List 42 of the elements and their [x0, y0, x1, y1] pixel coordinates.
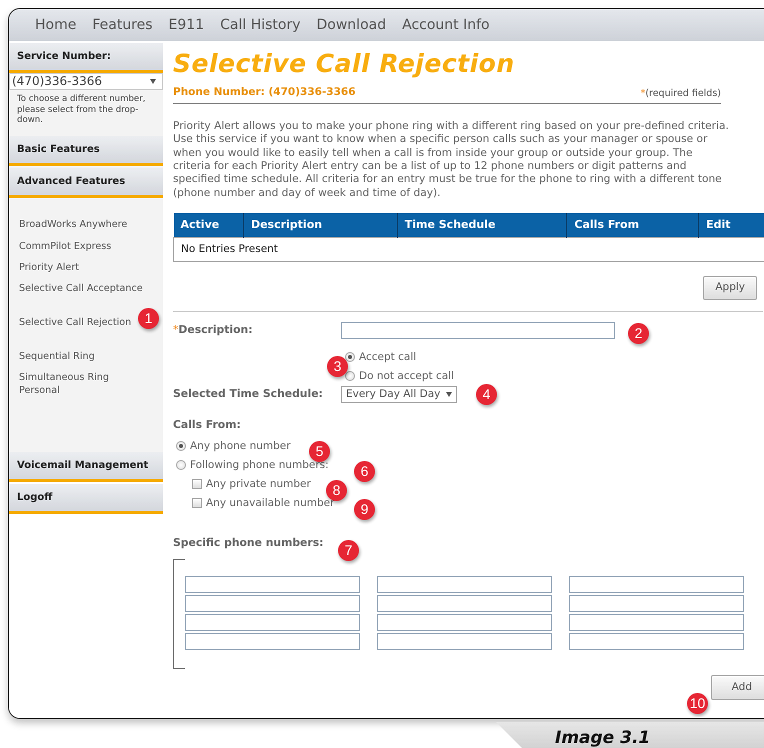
nav-link[interactable]: Call History [212, 9, 309, 41]
nav-link[interactable]: Home [27, 9, 84, 41]
sidebar-section[interactable]: Logoff [9, 484, 163, 514]
sidebar-section[interactable]: Voicemail Management [9, 452, 163, 482]
column-header: Description [243, 213, 398, 238]
schedule-select[interactable]: Every Day All Day [341, 386, 458, 403]
sidebar-section[interactable]: Advanced Features [9, 168, 163, 198]
empty-table-message: No Entries Present [174, 237, 764, 262]
help-text: To choose a different number, please select from the drop-down. [16, 93, 146, 127]
sidebar-link[interactable]: Selective Call Acceptance [19, 282, 143, 294]
column-header: Edit [698, 213, 764, 238]
description-label: *Description: [173, 322, 254, 338]
sidebar-link[interactable]: CommPilot Express [19, 240, 112, 252]
sidebar-heading: Service Number: [9, 43, 163, 73]
nav-link[interactable]: Features [84, 9, 161, 41]
option-label: Accept call [359, 350, 416, 365]
option-label: Any private number [206, 476, 311, 492]
apply-button[interactable]: Apply [703, 276, 757, 300]
service-number-select[interactable]: (470)336-3366 [9, 73, 163, 90]
specific-numbers-label: Specific phone numbers: [173, 534, 324, 551]
nav-link[interactable]: Download [308, 9, 394, 41]
sidebar-link[interactable]: Selective Call Rejection [19, 316, 132, 328]
option-label: Any phone number [190, 438, 291, 454]
column-header: Time Schedule [397, 213, 567, 238]
required-note: *(required fields) [640, 86, 721, 100]
nav-link[interactable]: Account Info [394, 9, 498, 41]
nav-link[interactable]: E911 [160, 9, 212, 41]
intro-paragraph: Priority Alert allows you to make your phone ring with a different ring based on your pre-defined criteria. Use this service if you want to know when a specific person calls such as your manager or spouse or when you would like to easily tell when a call is from inside your group or outside your group. The criteria for each Priority Alert entry can be a list of up to 12 phone numbers or digit patterns and specified time schedule. All criteria for an entry must be true for the phone to ring with a different tone (phone number and day of week and time of day). [173, 120, 729, 200]
add-button[interactable]: Add [710, 675, 764, 700]
sidebar-link[interactable]: Simultaneous Ring Personal [19, 370, 139, 396]
schedule-label: Selected Time Schedule: [173, 386, 324, 402]
column-header: Calls From [566, 213, 699, 238]
sidebar-link[interactable]: BroadWorks Anywhere [19, 218, 128, 230]
calls-from-label: Calls From: [173, 416, 241, 433]
option-label: Do not accept call [359, 368, 454, 384]
page-title: Selective Call Rejection [173, 49, 516, 79]
sidebar-section[interactable]: Basic Features [9, 136, 163, 166]
caption-text: Image 3.1 [555, 727, 650, 748]
sidebar-link[interactable]: Sequential Ring [19, 350, 95, 362]
phone-number-heading: Phone Number: (470)336-3366 [173, 85, 356, 100]
column-header: Active [174, 213, 244, 238]
sidebar-link[interactable]: Priority Alert [19, 260, 80, 274]
